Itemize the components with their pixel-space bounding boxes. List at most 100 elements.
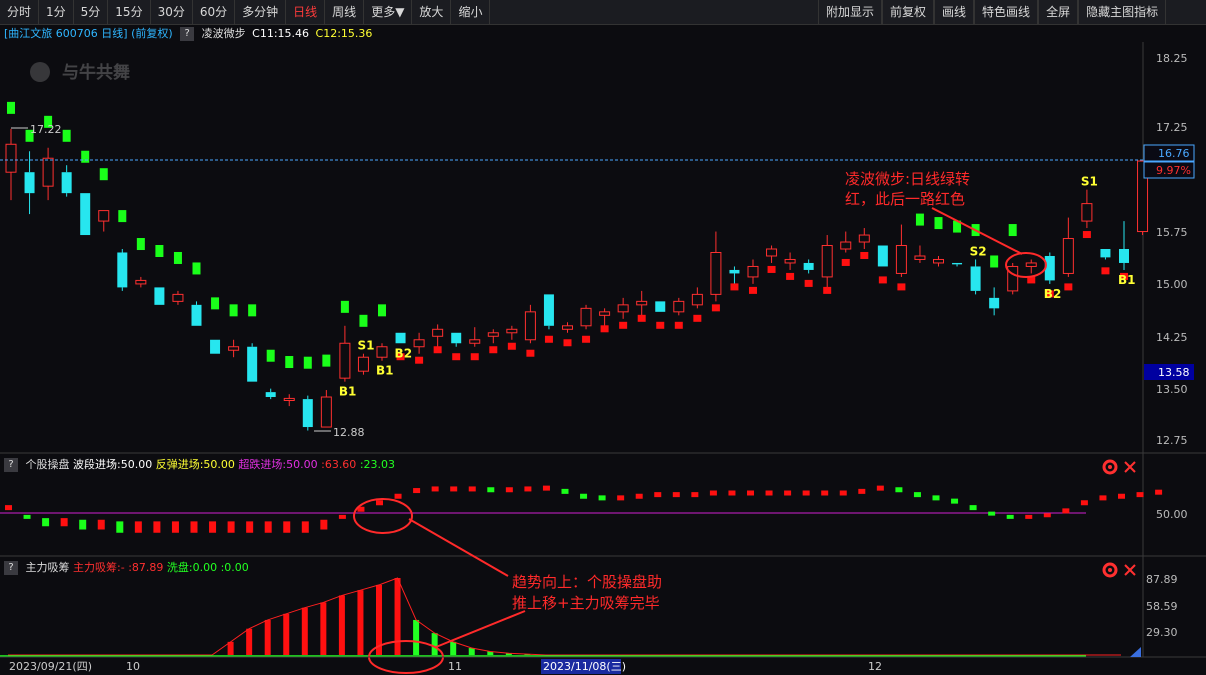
candle-body bbox=[154, 287, 165, 305]
candle bbox=[432, 324, 444, 347]
annotation-top-line2: 红，此后一路红色 bbox=[845, 190, 965, 208]
step-marker bbox=[303, 356, 312, 369]
panel3-header: ? 主力吸筹 主力吸筹:- :87.89 洗盘:0.00 :0.00 bbox=[0, 559, 249, 577]
annotation-bottom-line2: 推上移+主力吸筹完毕 bbox=[512, 594, 660, 612]
period-tab[interactable]: 60分 bbox=[193, 0, 236, 24]
panel3-bar bbox=[301, 607, 308, 655]
date-cursor-label: 2023/11/08(三) bbox=[543, 660, 626, 673]
toolbar-button[interactable]: 隐藏主图指标 bbox=[1078, 0, 1167, 24]
close-icon[interactable] bbox=[1124, 564, 1136, 576]
candle bbox=[357, 353, 369, 375]
candle bbox=[320, 390, 332, 428]
panel2-bar bbox=[1136, 492, 1144, 498]
toolbar-button[interactable]: 附加显示 bbox=[818, 0, 883, 24]
panel2-bar bbox=[598, 495, 606, 501]
step-marker bbox=[248, 304, 257, 317]
step-marker bbox=[544, 335, 553, 343]
candle bbox=[469, 327, 481, 347]
period-tab[interactable]: 放大 bbox=[412, 0, 452, 24]
candle-body bbox=[24, 172, 35, 194]
step-marker bbox=[897, 283, 906, 291]
step-marker bbox=[452, 353, 461, 361]
step-marker bbox=[637, 314, 646, 322]
panel3-bar bbox=[394, 578, 401, 655]
candle-body bbox=[117, 252, 128, 288]
candle-body bbox=[655, 301, 666, 312]
step-marker bbox=[656, 321, 665, 329]
period-tab[interactable]: 缩小 bbox=[451, 0, 491, 24]
period-tab[interactable]: 多分钟 bbox=[235, 0, 287, 24]
candle bbox=[617, 297, 629, 319]
panel2-bar bbox=[450, 486, 458, 492]
step-marker bbox=[693, 314, 702, 322]
step-marker bbox=[953, 220, 962, 233]
price-tick: 13.50 bbox=[1156, 383, 1188, 396]
panel2-bar bbox=[839, 490, 847, 496]
period-tab[interactable]: 分时 bbox=[0, 0, 40, 24]
step-marker bbox=[915, 213, 924, 226]
candle-body bbox=[877, 245, 888, 267]
toolbar-button[interactable]: 画线 bbox=[934, 0, 975, 24]
panel3-bar bbox=[246, 628, 253, 655]
panel3-title: 主力吸筹 bbox=[25, 561, 70, 574]
panel3-axis-value: 29.30 bbox=[1146, 626, 1178, 639]
period-tab[interactable]: 30分 bbox=[151, 0, 193, 24]
candle-body bbox=[339, 342, 351, 379]
panel3-bar bbox=[505, 653, 512, 655]
period-tab[interactable]: 更多▼ bbox=[364, 0, 413, 24]
period-tab[interactable]: 日线 bbox=[286, 0, 326, 24]
stock-title[interactable]: [曲江文旅 600706 日线] bbox=[4, 27, 128, 40]
period-tab[interactable]: 周线 bbox=[325, 0, 365, 24]
candle bbox=[952, 262, 963, 267]
candle bbox=[172, 290, 184, 305]
period-tab[interactable]: 1分 bbox=[39, 0, 74, 24]
candle bbox=[413, 332, 425, 354]
candle bbox=[339, 325, 351, 382]
step-marker bbox=[136, 238, 145, 251]
panel3-bar bbox=[524, 654, 531, 655]
gear-icon[interactable] bbox=[1102, 562, 1118, 578]
step-marker bbox=[563, 339, 572, 347]
panel2-bar bbox=[561, 488, 569, 494]
date-label-month: 12 bbox=[868, 660, 882, 673]
step-marker bbox=[507, 342, 516, 350]
step-marker bbox=[1101, 267, 1110, 275]
panel3-label2: 洗盘:0.00 bbox=[166, 561, 218, 574]
low-price-box bbox=[1144, 364, 1194, 380]
help-icon[interactable]: ? bbox=[4, 458, 18, 472]
help-icon[interactable]: ? bbox=[180, 27, 195, 41]
candle bbox=[5, 128, 17, 201]
panel2-fantan: 反弹进场:50.00 bbox=[155, 458, 235, 471]
close-icon[interactable] bbox=[1124, 461, 1136, 473]
period-tab[interactable]: 15分 bbox=[108, 0, 151, 24]
step-marker bbox=[25, 129, 34, 142]
candle bbox=[117, 249, 128, 291]
candle bbox=[784, 252, 796, 270]
candle bbox=[877, 245, 888, 267]
toolbar-button[interactable]: 全屏 bbox=[1038, 0, 1079, 24]
indicator-c2: C12:15.36 bbox=[315, 27, 373, 40]
annotation-bottom-line1: 趋势向上：个股操盘助 bbox=[512, 573, 662, 591]
step-marker bbox=[767, 265, 776, 273]
period-tab[interactable]: 5分 bbox=[74, 0, 109, 24]
step-marker bbox=[44, 115, 53, 128]
toolbar-button[interactable]: 特色画线 bbox=[974, 0, 1039, 24]
step-marker bbox=[934, 217, 943, 230]
panel3-axis-value: 87.89 bbox=[1146, 573, 1178, 586]
candle-body bbox=[228, 346, 240, 351]
candle-body bbox=[357, 356, 369, 372]
panel2-bar bbox=[913, 492, 921, 498]
candle-body bbox=[636, 300, 648, 306]
step-marker bbox=[322, 354, 331, 367]
help-icon[interactable]: ? bbox=[4, 561, 18, 575]
gear-icon[interactable] bbox=[1102, 459, 1118, 475]
step-marker bbox=[229, 304, 238, 317]
step-marker bbox=[526, 349, 535, 357]
step-marker bbox=[155, 245, 164, 257]
candle-body bbox=[858, 234, 870, 243]
toolbar-button[interactable]: 前复权 bbox=[882, 0, 935, 24]
candle-body bbox=[914, 255, 926, 260]
candle-body bbox=[729, 269, 740, 274]
step-marker bbox=[489, 346, 498, 354]
candle-body bbox=[1137, 160, 1149, 233]
